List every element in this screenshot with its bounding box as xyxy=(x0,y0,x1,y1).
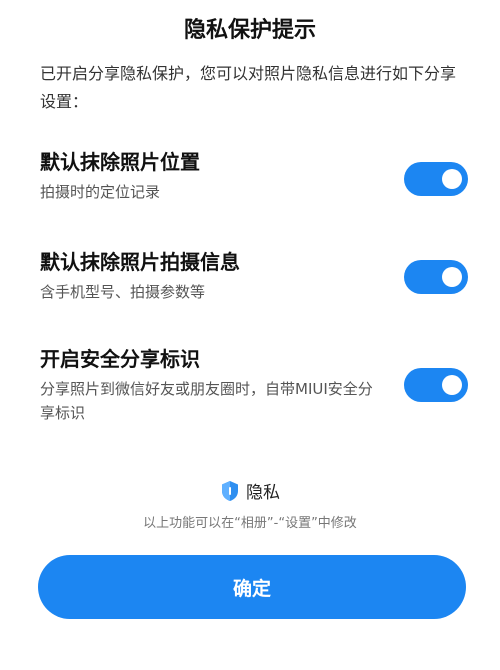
intro-text: 已开启分享隐私保护，您可以对照片隐私信息进行如下分享设置： xyxy=(40,64,457,111)
setting-description: 含手机型号、拍摄参数等 xyxy=(40,283,206,301)
secure-share-mark-toggle[interactable] xyxy=(404,368,468,402)
setting-description: 分享照片到微信好友或朋友圈时，自带MIUI安全分享标识 xyxy=(40,380,373,422)
privacy-shield-icon xyxy=(220,480,240,502)
footer-note: 以上功能可以在“相册”-“设置”中修改 xyxy=(143,516,357,531)
toggle-knob xyxy=(442,375,462,395)
setting-description: 拍摄时的定位记录 xyxy=(40,183,161,201)
setting-title: 开启安全分享标识 xyxy=(40,347,200,371)
setting-erase-shooting-info: 默认抹除照片拍摄信息 含手机型号、拍摄参数等 xyxy=(40,248,470,304)
privacy-brand: 隐私 xyxy=(0,478,500,503)
dialog-title: 隐私保护提示 xyxy=(183,18,316,43)
erase-location-toggle[interactable] xyxy=(404,162,468,196)
toggle-knob xyxy=(442,169,462,189)
privacy-brand-label: 隐私 xyxy=(246,483,280,503)
erase-shooting-info-toggle[interactable] xyxy=(404,260,468,294)
setting-secure-share-mark: 开启安全分享标识 分享照片到微信好友或朋友圈时，自带MIUI安全分享标识 xyxy=(40,345,470,425)
toggle-knob xyxy=(442,267,462,287)
confirm-button[interactable]: 确定 xyxy=(38,555,466,619)
setting-erase-location: 默认抹除照片位置 拍摄时的定位记录 xyxy=(40,148,470,204)
